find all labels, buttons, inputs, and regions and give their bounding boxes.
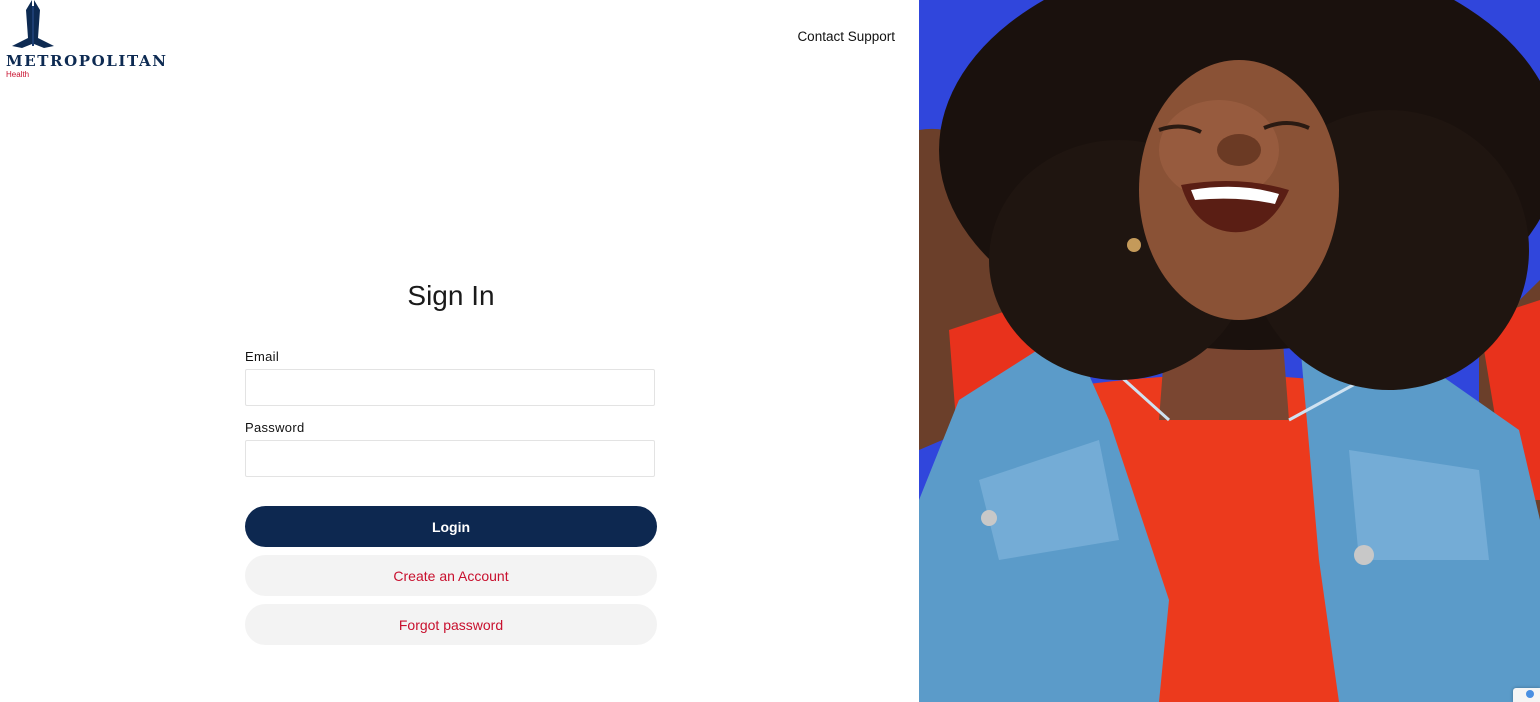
email-field[interactable] xyxy=(245,369,655,406)
contact-support-link[interactable]: Contact Support xyxy=(797,29,895,44)
create-account-button[interactable]: Create an Account xyxy=(245,555,657,596)
email-label: Email xyxy=(245,349,280,364)
password-label: Password xyxy=(245,420,305,435)
recaptcha-badge[interactable] xyxy=(1513,688,1540,702)
hero-image xyxy=(919,0,1540,702)
login-page: METROPOLITAN Health Contact Support Sign… xyxy=(0,0,1540,702)
forgot-password-button[interactable]: Forgot password xyxy=(245,604,657,645)
page-title: Sign In xyxy=(407,280,495,311)
arrow-logo-icon xyxy=(12,0,54,48)
brand-name: METROPOLITAN xyxy=(6,52,168,70)
login-button[interactable]: Login xyxy=(245,506,657,547)
hero-photo-icon xyxy=(919,0,1540,702)
password-field[interactable] xyxy=(245,440,655,477)
brand-subtitle: Health xyxy=(6,70,30,79)
recaptcha-icon xyxy=(1526,690,1534,698)
login-panel: METROPOLITAN Health Contact Support Sign… xyxy=(0,0,919,702)
brand-logo[interactable]: METROPOLITAN Health xyxy=(6,0,166,82)
